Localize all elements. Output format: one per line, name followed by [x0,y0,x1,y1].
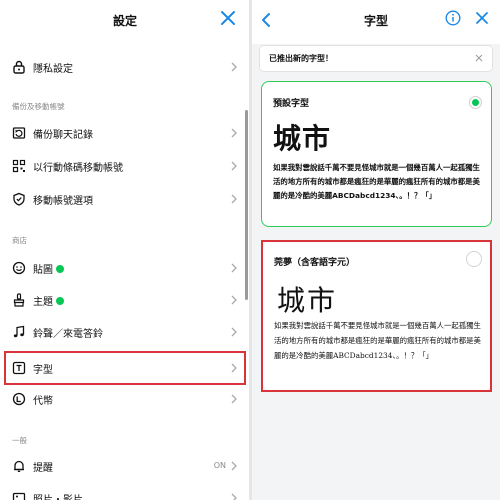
settings-item-backup-chat[interactable]: 備份聊天記錄 [0,121,248,145]
settings-item-notifications[interactable]: 提醒 ON [0,454,248,478]
settings-panel: 設定 隱私設定 備份及移動帳號 備份聊天記錄 以行動條碼移動帳號 移動帳號選項 [0,0,250,500]
banner-text: 已推出新的字型！ [269,54,333,63]
scrollbar[interactable] [245,110,248,300]
settings-item-label: 以行動條碼移動帳號 [33,163,123,174]
qr-code-icon [11,158,27,174]
settings-item-photos[interactable]: 照片・影片 [0,486,248,500]
settings-item-qr-move[interactable]: 以行動條碼移動帳號 [0,154,248,178]
chevron-right-icon [230,394,238,404]
settings-item-label: 主題 [33,293,64,308]
settings-header: 設定 [0,0,250,44]
notifications-status: ON [213,461,226,470]
font-name: 預設字型 [273,99,310,109]
close-icon[interactable] [218,8,238,28]
photo-icon [11,490,27,500]
settings-item-label: 照片・影片 [33,491,83,500]
page-title: 字型 [363,14,388,28]
section-label-general: 一般 [12,436,27,445]
highlight-box-font-option [261,240,492,392]
highlight-box-fonts [4,351,246,385]
settings-item-privacy[interactable]: 隱私設定 [0,55,248,79]
new-badge [56,297,64,305]
chevron-right-icon [230,194,238,204]
font-option-default[interactable]: 預設字型 城市 如果我對雲說話千萬不要見怪城市就是一個幾百萬人一起孤獨生活的地方… [261,81,492,227]
settings-item-label: 鈴聲／來電答鈴 [33,329,103,340]
new-fonts-banner: 已推出新的字型！ [260,46,492,71]
coin-icon [11,391,27,407]
settings-item-coins[interactable]: 代幣 [0,387,248,411]
music-note-icon [11,324,27,340]
chevron-right-icon [230,263,238,273]
chevron-right-icon [230,461,238,471]
settings-item-label: 備份聊天記錄 [33,130,93,141]
backup-chat-icon [11,125,27,141]
bell-icon [11,458,27,474]
section-label-backup: 備份及移動帳號 [12,102,65,111]
settings-item-label: 移動帳號選項 [33,196,93,207]
settings-item-themes[interactable]: 主題 [0,288,248,312]
settings-item-label: 貼圖 [33,261,64,276]
settings-item-label: 隱私設定 [33,64,73,75]
settings-item-ringtones[interactable]: 鈴聲／來電答鈴 [0,320,248,344]
brush-icon [11,292,27,308]
smile-icon [11,260,27,276]
new-badge [56,265,64,273]
page-title: 設定 [112,14,137,28]
lock-icon [11,59,27,75]
close-icon[interactable] [474,10,490,26]
chevron-right-icon [230,327,238,337]
chevron-right-icon [230,295,238,305]
chevron-right-icon [230,62,238,72]
settings-item-label: 提醒 [33,463,53,474]
settings-item-label: 代幣 [33,396,53,407]
settings-item-stickers[interactable]: 貼圖 [0,256,248,280]
chevron-right-icon [230,161,238,171]
radio-selected[interactable] [469,96,482,109]
fonts-header: 字型 [252,0,500,44]
font-preview-sample: 如果我對雲說話千萬不要見怪城市就是一個幾百萬人一起孤獨生活的地方所有的城市都是瘋… [273,163,480,200]
chevron-right-icon [230,128,238,138]
shield-icon [11,191,27,207]
settings-item-move-options[interactable]: 移動帳號選項 [0,187,248,211]
info-icon[interactable] [445,10,461,26]
close-icon[interactable] [474,53,484,63]
font-preview-large: 城市 [273,122,332,155]
section-label-store: 商店 [12,236,27,245]
chevron-right-icon [230,493,238,500]
